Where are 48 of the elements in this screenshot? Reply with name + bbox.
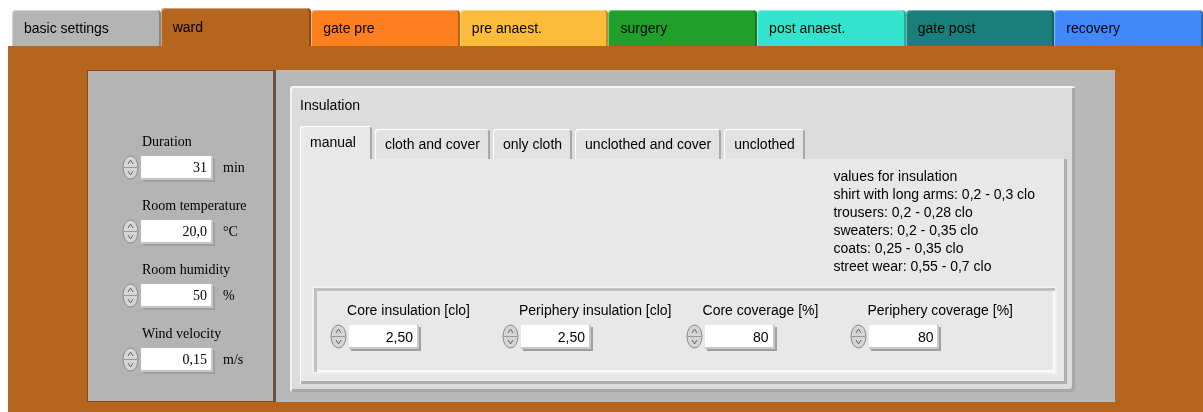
spinner-icon[interactable] [330, 324, 348, 349]
number-field[interactable]: 80 [869, 324, 940, 349]
spinner-icon[interactable] [122, 347, 139, 372]
number-field[interactable]: 31 [141, 155, 213, 180]
tab[interactable]: recovery [1054, 10, 1203, 46]
tab[interactable]: ward [160, 8, 312, 46]
field-label: Wind velocity [142, 325, 222, 343]
field-label: Room temperature [142, 197, 247, 215]
note-text: values for insulation [833, 167, 959, 185]
unit-label: °C [223, 223, 238, 241]
unit-label: min [223, 159, 245, 177]
tab[interactable]: cloth and cover [374, 129, 490, 159]
spinner-icon[interactable] [122, 155, 139, 180]
field-label: Core coverage [%] [702, 301, 819, 320]
number-field[interactable]: 20,0 [141, 219, 213, 244]
note-text: trousers: 0,2 - 0,28 clo [833, 203, 974, 221]
unit-label: m/s [223, 351, 244, 369]
spinner-icon[interactable] [122, 219, 139, 244]
field-label: Duration [142, 133, 192, 151]
tab[interactable]: gate post [905, 10, 1055, 46]
number-field[interactable]: 2,50 [349, 324, 420, 349]
number-field[interactable]: 0,15 [141, 347, 213, 372]
tab[interactable]: manual [300, 126, 372, 159]
tab[interactable]: pre anaest. [459, 10, 609, 46]
field-label: Periphery coverage [%] [867, 301, 1013, 320]
note-text: shirt with long arms: 0,2 - 0,3 clo [833, 185, 1035, 203]
number-field[interactable]: 50 [141, 283, 213, 308]
number-field[interactable]: 80 [704, 324, 775, 349]
spinner-icon[interactable] [685, 324, 703, 349]
field-label: Core insulation [clo] [347, 301, 470, 320]
spinner-icon[interactable] [850, 324, 868, 349]
spinner-icon[interactable] [502, 324, 519, 349]
tab[interactable]: basic settings [12, 10, 161, 46]
tab[interactable]: unclothed and cover [575, 129, 722, 159]
tab[interactable]: post anaest. [757, 10, 906, 46]
tab[interactable]: only cloth [492, 129, 573, 159]
number-field[interactable]: 2,50 [521, 324, 591, 349]
tab[interactable]: unclothed [724, 129, 805, 159]
field-label: Room humidity [142, 261, 231, 279]
spinner-icon[interactable] [122, 283, 139, 308]
note-text: coats: 0,25 - 0,35 clo [833, 239, 965, 257]
field-label: Periphery insulation [clo] [519, 301, 672, 320]
note-text: sweaters: 0,2 - 0,35 clo [833, 221, 980, 239]
tab[interactable]: surgery [608, 10, 758, 46]
group-title: Insulation [300, 97, 360, 113]
tab[interactable]: gate pre [311, 10, 460, 46]
note-text: street wear: 0,55 - 0,7 clo [833, 257, 993, 275]
unit-label: % [223, 287, 235, 305]
